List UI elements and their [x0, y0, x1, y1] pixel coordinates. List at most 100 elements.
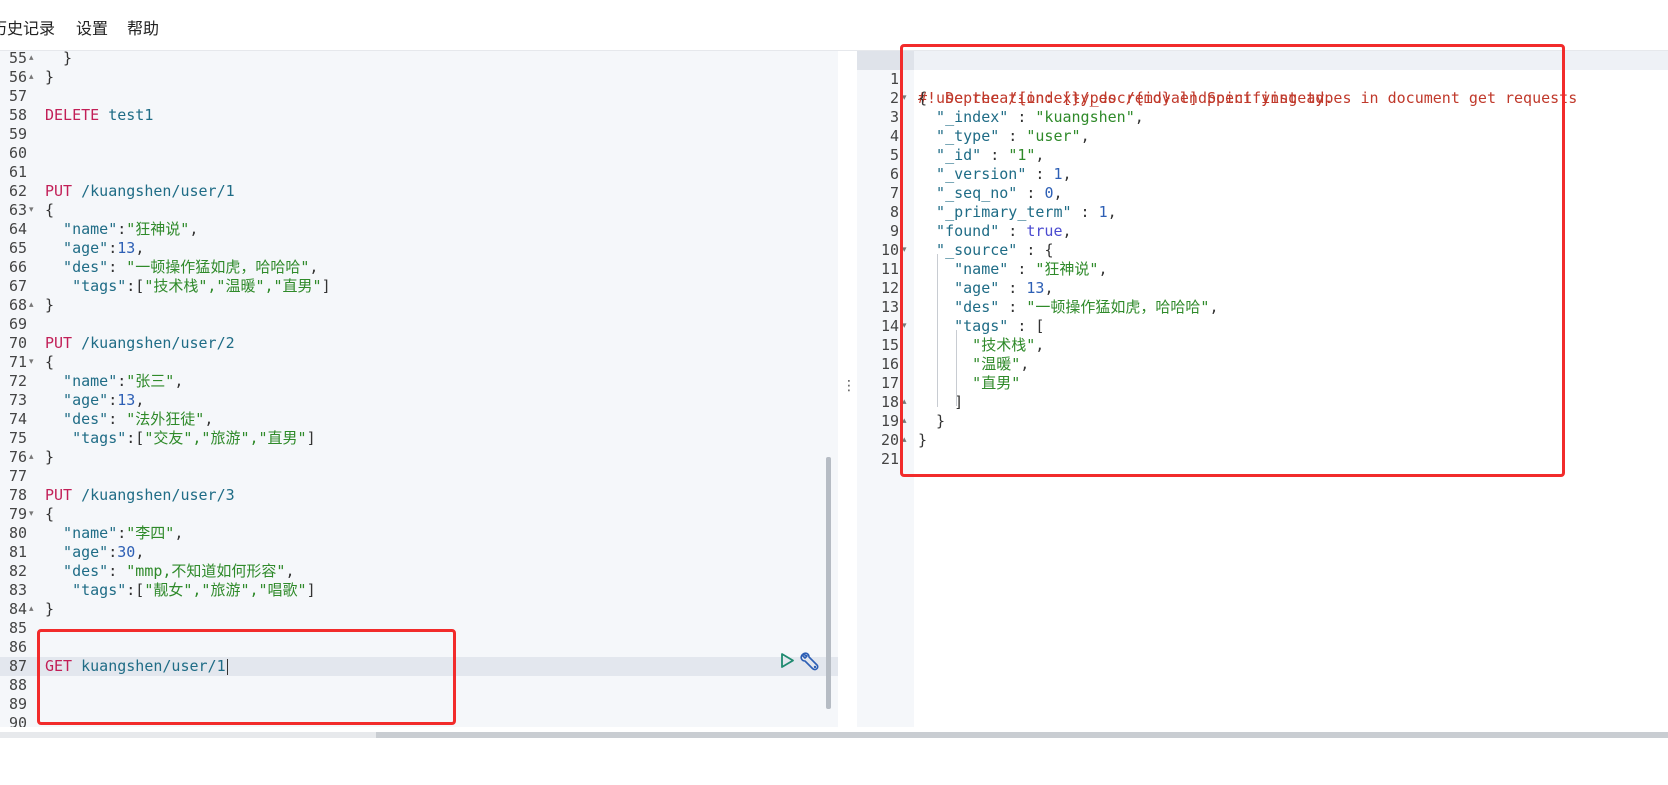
json-key: "des" — [45, 562, 109, 580]
line-number: 63 — [8, 201, 27, 219]
code-line: 72 "name":"张三", — [0, 372, 838, 391]
line-number: 85 — [8, 619, 27, 637]
line-number: 7 — [889, 184, 899, 202]
code-text: PUT /kuangshen/user/2 — [45, 334, 235, 353]
code-text: "name":"张三", — [45, 372, 183, 391]
request-path: test1 — [99, 106, 154, 124]
http-method: DELETE — [45, 106, 100, 124]
line-number: 18 — [880, 393, 899, 411]
code-line: 63 ▾ { — [0, 201, 838, 220]
code-line: 56 ▴} — [0, 68, 838, 87]
line-number: 9 — [889, 222, 899, 240]
code-line: 73 "age":13, — [0, 391, 838, 410]
menu-help[interactable]: 帮助 — [127, 18, 159, 40]
json-number: 30 — [117, 543, 136, 561]
json-key: "name" — [45, 524, 118, 542]
fold-close-icon: ▴ — [29, 53, 34, 63]
json-punctuation: , — [189, 220, 199, 238]
http-method: PUT — [45, 182, 73, 200]
http-method: PUT — [45, 334, 73, 352]
line-number: 77 — [8, 467, 27, 485]
code-text: "age":13, — [45, 239, 144, 258]
code-line: 78 PUT /kuangshen/user/3 — [0, 486, 838, 505]
line-number: 76 — [8, 448, 27, 466]
json-key: "age" — [45, 391, 109, 409]
run-request-button[interactable] — [779, 652, 795, 669]
json-separator: : — [108, 391, 118, 409]
line-number: 66 — [8, 258, 27, 276]
json-key: "name" — [45, 372, 118, 390]
json-punctuation: , — [135, 239, 145, 257]
line-number: 84 — [8, 600, 27, 618]
code-token: } — [45, 600, 55, 618]
fold-close-icon: ▴ — [29, 300, 34, 310]
code-line: 74 "des": "法外狂徒", — [0, 410, 838, 429]
fold-close-icon: ▴ — [29, 452, 34, 462]
json-punctuation: , — [285, 562, 295, 580]
code-line: 68 ▴} — [0, 296, 838, 315]
json-separator: : — [108, 239, 118, 257]
code-token: } — [45, 296, 55, 314]
code-text: DELETE test1 — [45, 106, 153, 125]
line-number: 61 — [8, 163, 27, 181]
request-path: /kuangshen/user/1 — [72, 182, 235, 200]
code-text: } — [45, 68, 54, 87]
line-number: 83 — [8, 581, 27, 599]
code-text: "tags":["交友","旅游","直男"] — [45, 429, 316, 448]
line-number: 70 — [8, 334, 27, 352]
code-text: "des": "mmp,不知道如何形容", — [45, 562, 295, 581]
code-line: 84 ▴} — [0, 600, 838, 619]
fold-close-icon: ▴ — [29, 72, 34, 82]
line-number: 65 — [8, 239, 27, 257]
json-string: "mmp,不知道如何形容" — [126, 562, 286, 580]
json-number: 13 — [117, 239, 136, 257]
fold-open-icon: ▾ — [29, 357, 34, 367]
http-method: PUT — [45, 486, 73, 504]
line-number: 16 — [880, 355, 899, 373]
pane-splitter[interactable]: ⋮ — [838, 51, 857, 727]
json-number: 13 — [117, 391, 136, 409]
fold-open-icon: ▾ — [29, 205, 34, 215]
code-token: } — [45, 448, 55, 466]
code-token: } — [45, 68, 55, 86]
json-punctuation: , — [204, 410, 214, 428]
line-number: 74 — [8, 410, 27, 428]
code-text: "age":30, — [45, 543, 144, 562]
line-number: 75 — [8, 429, 27, 447]
code-text: "name":"狂神说", — [45, 220, 198, 239]
request-editor[interactable]: 55 ▴ } 56 ▴} 57 58 DELETE test1 59 60 61 62 PUT /ku… — [0, 51, 838, 727]
json-key: "tags" — [45, 581, 127, 599]
code-line: 67 "tags":["技术栈","温暖","直男"] — [0, 277, 838, 296]
menu-history[interactable]: 历史记录 — [0, 18, 55, 40]
request-editor-scrollbar[interactable] — [826, 457, 831, 709]
line-number: 73 — [8, 391, 27, 409]
code-line: 71 ▾ { — [0, 353, 838, 372]
code-line: 76 ▴} — [0, 448, 838, 467]
vertical-dots-icon[interactable]: ⋮ — [842, 377, 856, 395]
code-text: PUT /kuangshen/user/1 — [45, 182, 235, 201]
line-number: 13 — [880, 298, 899, 316]
request-actions-button[interactable] — [799, 651, 821, 671]
json-separator: : — [108, 258, 127, 276]
fold-open-icon: ▾ — [29, 509, 34, 519]
code-line: 64 "name":"狂神说", — [0, 220, 838, 239]
horizontal-scrollbar-thumb[interactable] — [376, 732, 1668, 738]
json-string: "李四" — [126, 524, 175, 542]
json-separator: :[ — [126, 277, 145, 295]
json-separator: : — [117, 372, 127, 390]
menu-settings[interactable]: 设置 — [76, 18, 108, 40]
json-key: "tags" — [45, 277, 127, 295]
code-token: { — [45, 201, 55, 219]
code-line: 80 "name":"李四", — [0, 524, 838, 543]
json-separator: :[ — [126, 429, 145, 447]
line-number: 80 — [8, 524, 27, 542]
json-string: "一顿操作猛如虎，哈哈哈" — [126, 258, 310, 276]
line-number: 8 — [889, 203, 899, 221]
json-key: "age" — [45, 543, 109, 561]
code-text: "name":"李四", — [45, 524, 183, 543]
code-token: { — [45, 353, 55, 371]
code-text: } — [45, 296, 54, 315]
line-number: 3 — [889, 108, 899, 126]
line-number: 89 — [8, 695, 27, 713]
code-line: 82 "des": "mmp,不知道如何形容", — [0, 562, 838, 581]
